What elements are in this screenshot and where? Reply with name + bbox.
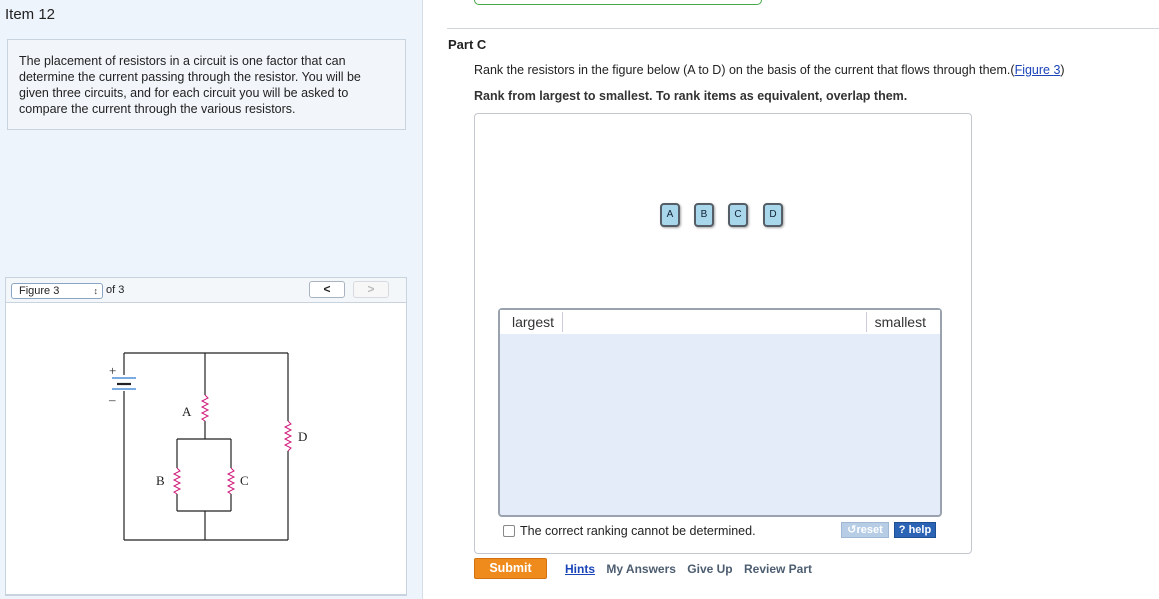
next-figure-button[interactable]: > [353,281,389,298]
question-body: Rank the resistors in the figure below (… [474,63,1011,77]
circuit-diagram: + – A D B C [108,352,307,541]
question-text: Rank the resistors in the figure below (… [474,63,1065,77]
rank-tile-a[interactable]: A [660,203,680,227]
item-title: Item 12 [5,6,56,23]
largest-label: largest [504,312,564,332]
reset-button[interactable]: ↺reset [841,522,889,538]
part-title: Part C [448,37,487,52]
hints-link[interactable]: Hints [565,562,595,576]
prev-figure-button[interactable]: < [309,281,345,298]
resistor-label-b: B [156,473,165,488]
cannot-determine-row: The correct ranking cannot be determined… [503,524,756,538]
resistor-label-a: A [182,404,192,419]
give-up-link[interactable]: Give Up [687,562,732,576]
review-part-link[interactable]: Review Part [744,562,812,576]
resistor-a [200,394,210,422]
action-links: Hints My Answers Give Up Review Part [565,562,820,576]
my-answers-link[interactable]: My Answers [606,562,676,576]
intro-text: The placement of resistors in a circuit … [19,54,361,116]
figure-select-value: Figure 3 [19,285,60,297]
resistor-b [172,467,182,495]
cannot-determine-label: The correct ranking cannot be determined… [520,524,756,538]
rank-tile-c[interactable]: C [728,203,748,227]
figure-panel: + – A D B C [5,303,407,595]
smallest-label: smallest [865,312,936,332]
cannot-determine-checkbox[interactable] [503,525,515,537]
figure-link-close: ) [1060,63,1065,77]
battery-plus-label: + [109,363,116,378]
figure-panel-bottom-border [5,595,407,596]
ranking-header: largest smallest [500,310,940,334]
ranking-widget: A B C D largest smallest The correct ran… [474,113,972,554]
reset-label: reset [856,524,883,536]
ranking-instruction: Rank from largest to smallest. To rank i… [474,89,908,103]
left-column: Item 12 The placement of resistors in a … [0,0,423,599]
select-arrows-icon: ↕ [93,286,99,296]
rank-tile-b[interactable]: B [694,203,714,227]
figure-select[interactable]: Figure 3 ↕ [11,283,103,299]
resistor-c [226,467,236,495]
figure-link[interactable]: Figure 3 [1015,63,1061,77]
figure-count: of 3 [106,284,125,296]
rank-tile-d[interactable]: D [763,203,783,227]
ranking-drop-area[interactable]: largest smallest [498,308,942,517]
help-button[interactable]: ? help [894,522,936,538]
resistor-d [283,420,293,452]
battery-minus-label: – [108,392,116,407]
submit-button[interactable]: Submit [474,558,547,579]
figure-toolbar: Figure 3 ↕ of 3 < > [5,277,407,303]
resistor-label-d: D [298,429,307,444]
intro-box: The placement of resistors in a circuit … [7,39,406,130]
previous-part-box-edge [474,0,762,5]
part-divider [447,28,1159,29]
battery [112,377,136,390]
resistor-label-c: C [240,473,249,488]
